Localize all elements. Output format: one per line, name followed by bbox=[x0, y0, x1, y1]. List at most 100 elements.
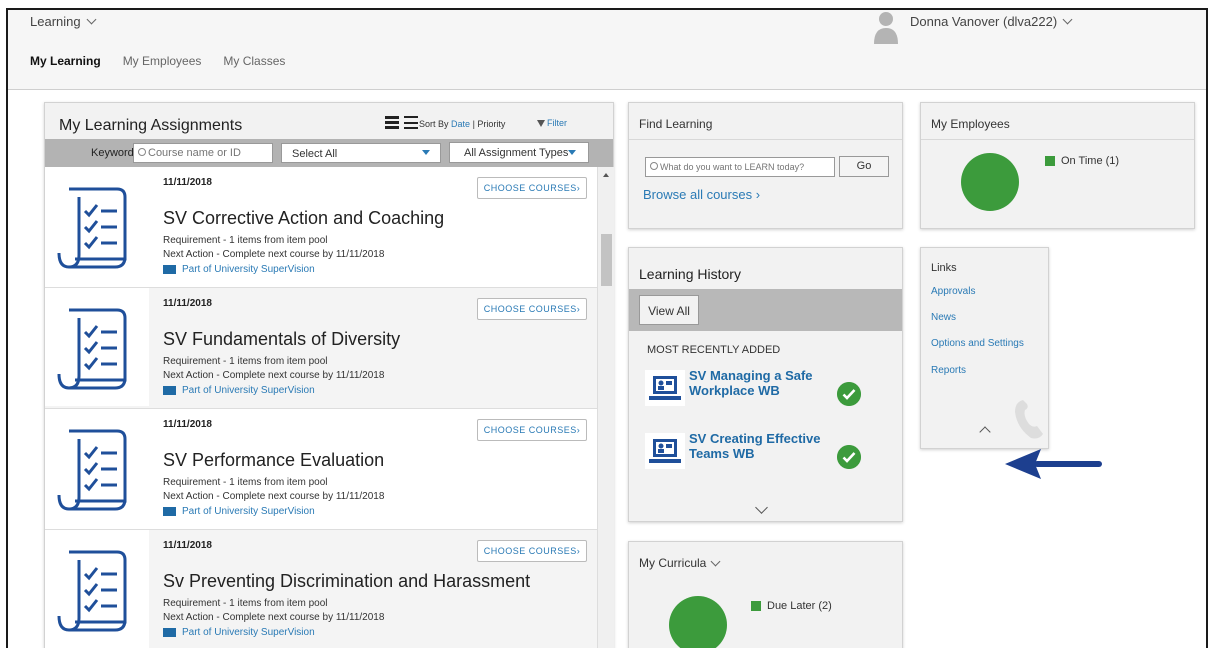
assignment-requirement: Requirement - 1 items from item pool bbox=[163, 477, 328, 488]
assignment-requirement: Requirement - 1 items from item pool bbox=[163, 235, 328, 246]
learning-history-toolbar: View All bbox=[629, 289, 902, 331]
assignment-program-link[interactable]: Part of University SuperVision bbox=[163, 264, 315, 275]
checklist-icon bbox=[45, 530, 149, 648]
main-tabs: My Learning My Employees My Classes bbox=[30, 54, 285, 68]
compact-list-view-icon[interactable] bbox=[404, 116, 418, 129]
assignment-program-link[interactable]: Part of University SuperVision bbox=[163, 506, 315, 517]
detailed-list-view-icon[interactable] bbox=[385, 116, 399, 129]
choose-courses-button[interactable]: CHOOSE COURSES› bbox=[477, 419, 587, 441]
history-item[interactable]: SV Managing a Safe Workplace WB bbox=[645, 368, 885, 412]
go-button[interactable]: Go bbox=[839, 156, 889, 177]
learning-assignments-panel: My Learning Assignments Sort By Date | P… bbox=[44, 102, 614, 648]
panel-divider bbox=[629, 139, 902, 140]
scrollbar-thumb[interactable] bbox=[601, 234, 612, 286]
folder-icon bbox=[163, 507, 176, 516]
choose-courses-button[interactable]: CHOOSE COURSES› bbox=[477, 298, 587, 320]
links-panel: Links Approvals News Options and Setting… bbox=[920, 247, 1049, 449]
sort-by-priority-link[interactable]: Priority bbox=[477, 119, 505, 129]
my-curricula-panel: My Curricula Due Later (2) bbox=[628, 541, 903, 648]
choose-courses-button[interactable]: CHOOSE COURSES› bbox=[477, 540, 587, 562]
links-title: Links bbox=[931, 262, 957, 274]
tab-my-learning[interactable]: My Learning bbox=[30, 54, 101, 68]
assignments-header: My Learning Assignments Sort By Date | P… bbox=[45, 103, 613, 139]
assignment-date: 11/11/2018 bbox=[163, 177, 212, 188]
tab-my-classes[interactable]: My Classes bbox=[223, 54, 285, 68]
my-employees-title: My Employees bbox=[931, 117, 1010, 131]
scroll-up-arrow-icon[interactable] bbox=[603, 173, 609, 177]
assignment-item[interactable]: 11/11/2018 SV Performance Evaluation Req… bbox=[45, 409, 597, 530]
user-menu[interactable]: Donna Vanover (dlva222) bbox=[910, 14, 1073, 29]
link-reports[interactable]: Reports bbox=[931, 365, 966, 376]
assignment-program-link[interactable]: Part of University SuperVision bbox=[163, 385, 315, 396]
link-options-and-settings[interactable]: Options and Settings bbox=[931, 338, 1024, 349]
curricula-status-pie-chart bbox=[669, 596, 727, 648]
select-all-value: Select All bbox=[292, 148, 338, 160]
history-item-title[interactable]: SV Creating Effective Teams WB bbox=[689, 431, 839, 461]
caret-down-icon bbox=[422, 150, 430, 155]
annotation-arrow-icon bbox=[1005, 449, 1102, 479]
find-learning-panel: Find Learning Go Browse all courses › bbox=[628, 102, 903, 229]
dashboard-content: My Learning Assignments Sort By Date | P… bbox=[8, 90, 1206, 648]
assignment-next-action: Next Action - Complete next course by 11… bbox=[163, 612, 385, 623]
assignment-title[interactable]: Sv Preventing Discrimination and Harassm… bbox=[163, 571, 530, 592]
panel-divider bbox=[921, 139, 1194, 140]
checklist-icon bbox=[45, 409, 149, 527]
choose-courses-button[interactable]: CHOOSE COURSES› bbox=[477, 177, 587, 199]
keyword-search-input[interactable] bbox=[133, 143, 273, 163]
completed-check-icon bbox=[837, 382, 861, 406]
assignment-item[interactable]: 11/11/2018 SV Corrective Action and Coac… bbox=[45, 167, 597, 288]
assignment-types-dropdown[interactable]: All Assignment Types bbox=[449, 142, 589, 163]
my-curricula-menu[interactable]: My Curricula bbox=[639, 556, 721, 570]
computer-training-icon bbox=[645, 433, 685, 469]
legend-swatch bbox=[1045, 156, 1055, 166]
assignment-title[interactable]: SV Corrective Action and Coaching bbox=[163, 208, 444, 229]
legend-swatch bbox=[751, 601, 761, 611]
assignment-filter-bar: Keyword Select All All Assignment Types bbox=[45, 139, 613, 167]
avatar[interactable] bbox=[872, 10, 900, 44]
assignment-date: 11/11/2018 bbox=[163, 540, 212, 551]
link-approvals[interactable]: Approvals bbox=[931, 286, 975, 297]
link-news[interactable]: News bbox=[931, 312, 956, 323]
checklist-icon bbox=[45, 167, 149, 285]
employees-legend-label: On Time (1) bbox=[1061, 155, 1120, 167]
assignment-program-label: Part of University SuperVision bbox=[182, 264, 315, 275]
assignment-program-link[interactable]: Part of University SuperVision bbox=[163, 627, 315, 638]
app-switcher-menu[interactable]: Learning bbox=[30, 14, 97, 29]
assignment-item[interactable]: 11/11/2018 SV Fundamentals of Diversity … bbox=[45, 288, 597, 409]
select-all-dropdown[interactable]: Select All bbox=[281, 143, 441, 163]
assignment-program-label: Part of University SuperVision bbox=[182, 385, 315, 396]
chevron-up-icon[interactable] bbox=[979, 426, 991, 438]
assignment-item[interactable]: 11/11/2018 Sv Preventing Discrimination … bbox=[45, 530, 597, 648]
history-item-title[interactable]: SV Managing a Safe Workplace WB bbox=[689, 368, 839, 398]
sort-controls: Sort By Date | Priority bbox=[419, 119, 505, 129]
assignment-next-action: Next Action - Complete next course by 11… bbox=[163, 491, 385, 502]
assignment-types-value: All Assignment Types bbox=[464, 147, 569, 159]
browse-all-courses-link[interactable]: Browse all courses › bbox=[643, 187, 760, 202]
sort-by-label: Sort By bbox=[419, 119, 449, 129]
view-all-button[interactable]: View All bbox=[639, 295, 699, 325]
phone-watermark-icon bbox=[1015, 400, 1043, 439]
caret-down-icon bbox=[568, 150, 576, 155]
assignment-title[interactable]: SV Fundamentals of Diversity bbox=[163, 329, 400, 350]
folder-icon bbox=[163, 265, 176, 274]
tab-my-employees[interactable]: My Employees bbox=[123, 54, 202, 68]
assignment-requirement: Requirement - 1 items from item pool bbox=[163, 356, 328, 367]
app-switcher-label: Learning bbox=[30, 14, 81, 29]
sort-by-date-link[interactable]: Date bbox=[451, 119, 470, 129]
assignment-list-scrollbar[interactable] bbox=[597, 167, 614, 648]
search-icon bbox=[650, 162, 658, 170]
chevron-down-icon bbox=[710, 556, 721, 566]
search-icon bbox=[138, 148, 146, 156]
filter-button[interactable]: Filter bbox=[537, 118, 567, 128]
assignment-program-label: Part of University SuperVision bbox=[182, 506, 315, 517]
chevron-down-icon bbox=[86, 14, 97, 25]
app-window: Learning Donna Vanover (dlva222) My Lear… bbox=[6, 8, 1208, 648]
history-item[interactable]: SV Creating Effective Teams WB bbox=[645, 431, 885, 475]
assignments-title: My Learning Assignments bbox=[59, 117, 243, 134]
chevron-down-icon[interactable] bbox=[755, 501, 768, 514]
view-toggle bbox=[385, 116, 418, 129]
chevron-down-icon bbox=[1062, 14, 1073, 25]
assignment-title[interactable]: SV Performance Evaluation bbox=[163, 450, 384, 471]
learning-search-input[interactable] bbox=[645, 157, 835, 177]
filter-icon bbox=[537, 119, 545, 127]
